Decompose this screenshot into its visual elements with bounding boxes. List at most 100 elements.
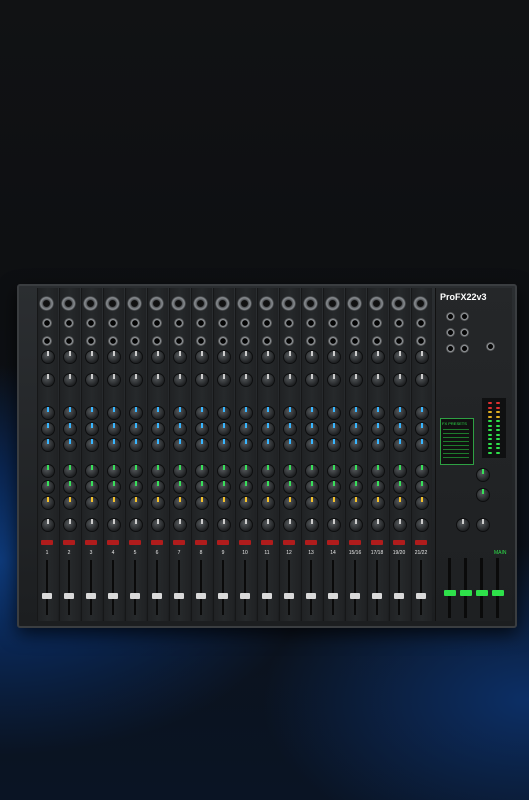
- fx-send-knob[interactable]: [63, 496, 77, 510]
- mid-eq-knob[interactable]: [195, 422, 209, 436]
- aux1-knob[interactable]: [217, 464, 231, 478]
- mid-eq-knob[interactable]: [41, 422, 55, 436]
- aux2-knob[interactable]: [239, 480, 253, 494]
- fx-send-knob[interactable]: [393, 496, 407, 510]
- main-out-right-jack[interactable]: [460, 312, 469, 321]
- fx-send-knob[interactable]: [151, 496, 165, 510]
- pan-knob[interactable]: [415, 518, 429, 532]
- aux1-knob[interactable]: [107, 464, 121, 478]
- line-input-icon[interactable]: [350, 318, 360, 328]
- fx-send-knob[interactable]: [217, 496, 231, 510]
- mid-eq-knob[interactable]: [371, 422, 385, 436]
- hi-eq-knob[interactable]: [261, 406, 275, 420]
- sub2-fader-cap[interactable]: [460, 590, 472, 596]
- channel-fader[interactable]: [200, 560, 202, 615]
- mute-button[interactable]: [349, 540, 361, 545]
- hi-eq-knob[interactable]: [239, 406, 253, 420]
- gain-knob[interactable]: [239, 350, 253, 364]
- insert-jack-icon[interactable]: [196, 336, 206, 346]
- low-eq-knob[interactable]: [107, 438, 121, 452]
- gain-knob[interactable]: [85, 350, 99, 364]
- aux1-knob[interactable]: [63, 464, 77, 478]
- tape-in-jack[interactable]: [486, 342, 495, 351]
- aux2-knob[interactable]: [283, 480, 297, 494]
- mute-button[interactable]: [305, 540, 317, 545]
- comp-knob[interactable]: [195, 373, 209, 387]
- insert-jack-icon[interactable]: [218, 336, 228, 346]
- gain-knob[interactable]: [217, 350, 231, 364]
- insert-jack-icon[interactable]: [86, 336, 96, 346]
- channel-fader[interactable]: [354, 560, 356, 615]
- line-input-icon[interactable]: [174, 318, 184, 328]
- gain-knob[interactable]: [261, 350, 275, 364]
- comp-knob[interactable]: [239, 373, 253, 387]
- aux2-knob[interactable]: [173, 480, 187, 494]
- fx-param-knob[interactable]: [476, 488, 490, 502]
- low-eq-knob[interactable]: [85, 438, 99, 452]
- xlr-input-icon[interactable]: [149, 296, 164, 311]
- channel-fader[interactable]: [68, 560, 70, 615]
- aux2-knob[interactable]: [151, 480, 165, 494]
- aux2-knob[interactable]: [415, 480, 429, 494]
- aux1-knob[interactable]: [151, 464, 165, 478]
- low-eq-knob[interactable]: [239, 438, 253, 452]
- fader-cap[interactable]: [328, 593, 338, 599]
- aux1-knob[interactable]: [283, 464, 297, 478]
- aux2-knob[interactable]: [217, 480, 231, 494]
- low-eq-knob[interactable]: [283, 438, 297, 452]
- pan-knob[interactable]: [349, 518, 363, 532]
- hi-eq-knob[interactable]: [195, 406, 209, 420]
- low-eq-knob[interactable]: [415, 438, 429, 452]
- fader-cap[interactable]: [350, 593, 360, 599]
- pan-knob[interactable]: [327, 518, 341, 532]
- xlr-input-icon[interactable]: [391, 296, 406, 311]
- hi-eq-knob[interactable]: [85, 406, 99, 420]
- pan-knob[interactable]: [261, 518, 275, 532]
- xlr-input-icon[interactable]: [259, 296, 274, 311]
- pan-knob[interactable]: [63, 518, 77, 532]
- comp-knob[interactable]: [371, 373, 385, 387]
- channel-fader[interactable]: [398, 560, 400, 615]
- mid-eq-knob[interactable]: [305, 422, 319, 436]
- comp-knob[interactable]: [415, 373, 429, 387]
- fx-send-knob[interactable]: [415, 496, 429, 510]
- line-input-icon[interactable]: [130, 318, 140, 328]
- gain-knob[interactable]: [129, 350, 143, 364]
- hi-eq-knob[interactable]: [63, 406, 77, 420]
- insert-jack-icon[interactable]: [306, 336, 316, 346]
- sub1-fader[interactable]: [448, 558, 451, 618]
- fx-send-knob[interactable]: [371, 496, 385, 510]
- insert-jack-icon[interactable]: [108, 336, 118, 346]
- low-eq-knob[interactable]: [305, 438, 319, 452]
- monitor-level-knob[interactable]: [456, 518, 470, 532]
- main-out-left-jack[interactable]: [446, 312, 455, 321]
- xlr-input-icon[interactable]: [193, 296, 208, 311]
- mid-eq-knob[interactable]: [107, 422, 121, 436]
- sub2-fader[interactable]: [464, 558, 467, 618]
- line-input-icon[interactable]: [152, 318, 162, 328]
- monitor-out-jack[interactable]: [446, 344, 455, 353]
- aux2-knob[interactable]: [349, 480, 363, 494]
- insert-jack-icon[interactable]: [130, 336, 140, 346]
- xlr-input-icon[interactable]: [171, 296, 186, 311]
- fx-send-knob[interactable]: [283, 496, 297, 510]
- comp-knob[interactable]: [85, 373, 99, 387]
- mid-eq-knob[interactable]: [63, 422, 77, 436]
- channel-fader[interactable]: [310, 560, 312, 615]
- fader-cap[interactable]: [196, 593, 206, 599]
- hi-eq-knob[interactable]: [283, 406, 297, 420]
- mute-button[interactable]: [63, 540, 75, 545]
- channel-fader[interactable]: [288, 560, 290, 615]
- pan-knob[interactable]: [41, 518, 55, 532]
- aux1-knob[interactable]: [305, 464, 319, 478]
- aux2-knob[interactable]: [41, 480, 55, 494]
- low-eq-knob[interactable]: [393, 438, 407, 452]
- fader-cap[interactable]: [416, 593, 426, 599]
- low-eq-knob[interactable]: [151, 438, 165, 452]
- fx-send-knob[interactable]: [107, 496, 121, 510]
- channel-fader[interactable]: [222, 560, 224, 615]
- fx-send-knob[interactable]: [41, 496, 55, 510]
- fader-cap[interactable]: [42, 593, 52, 599]
- low-eq-knob[interactable]: [173, 438, 187, 452]
- channel-fader[interactable]: [244, 560, 246, 615]
